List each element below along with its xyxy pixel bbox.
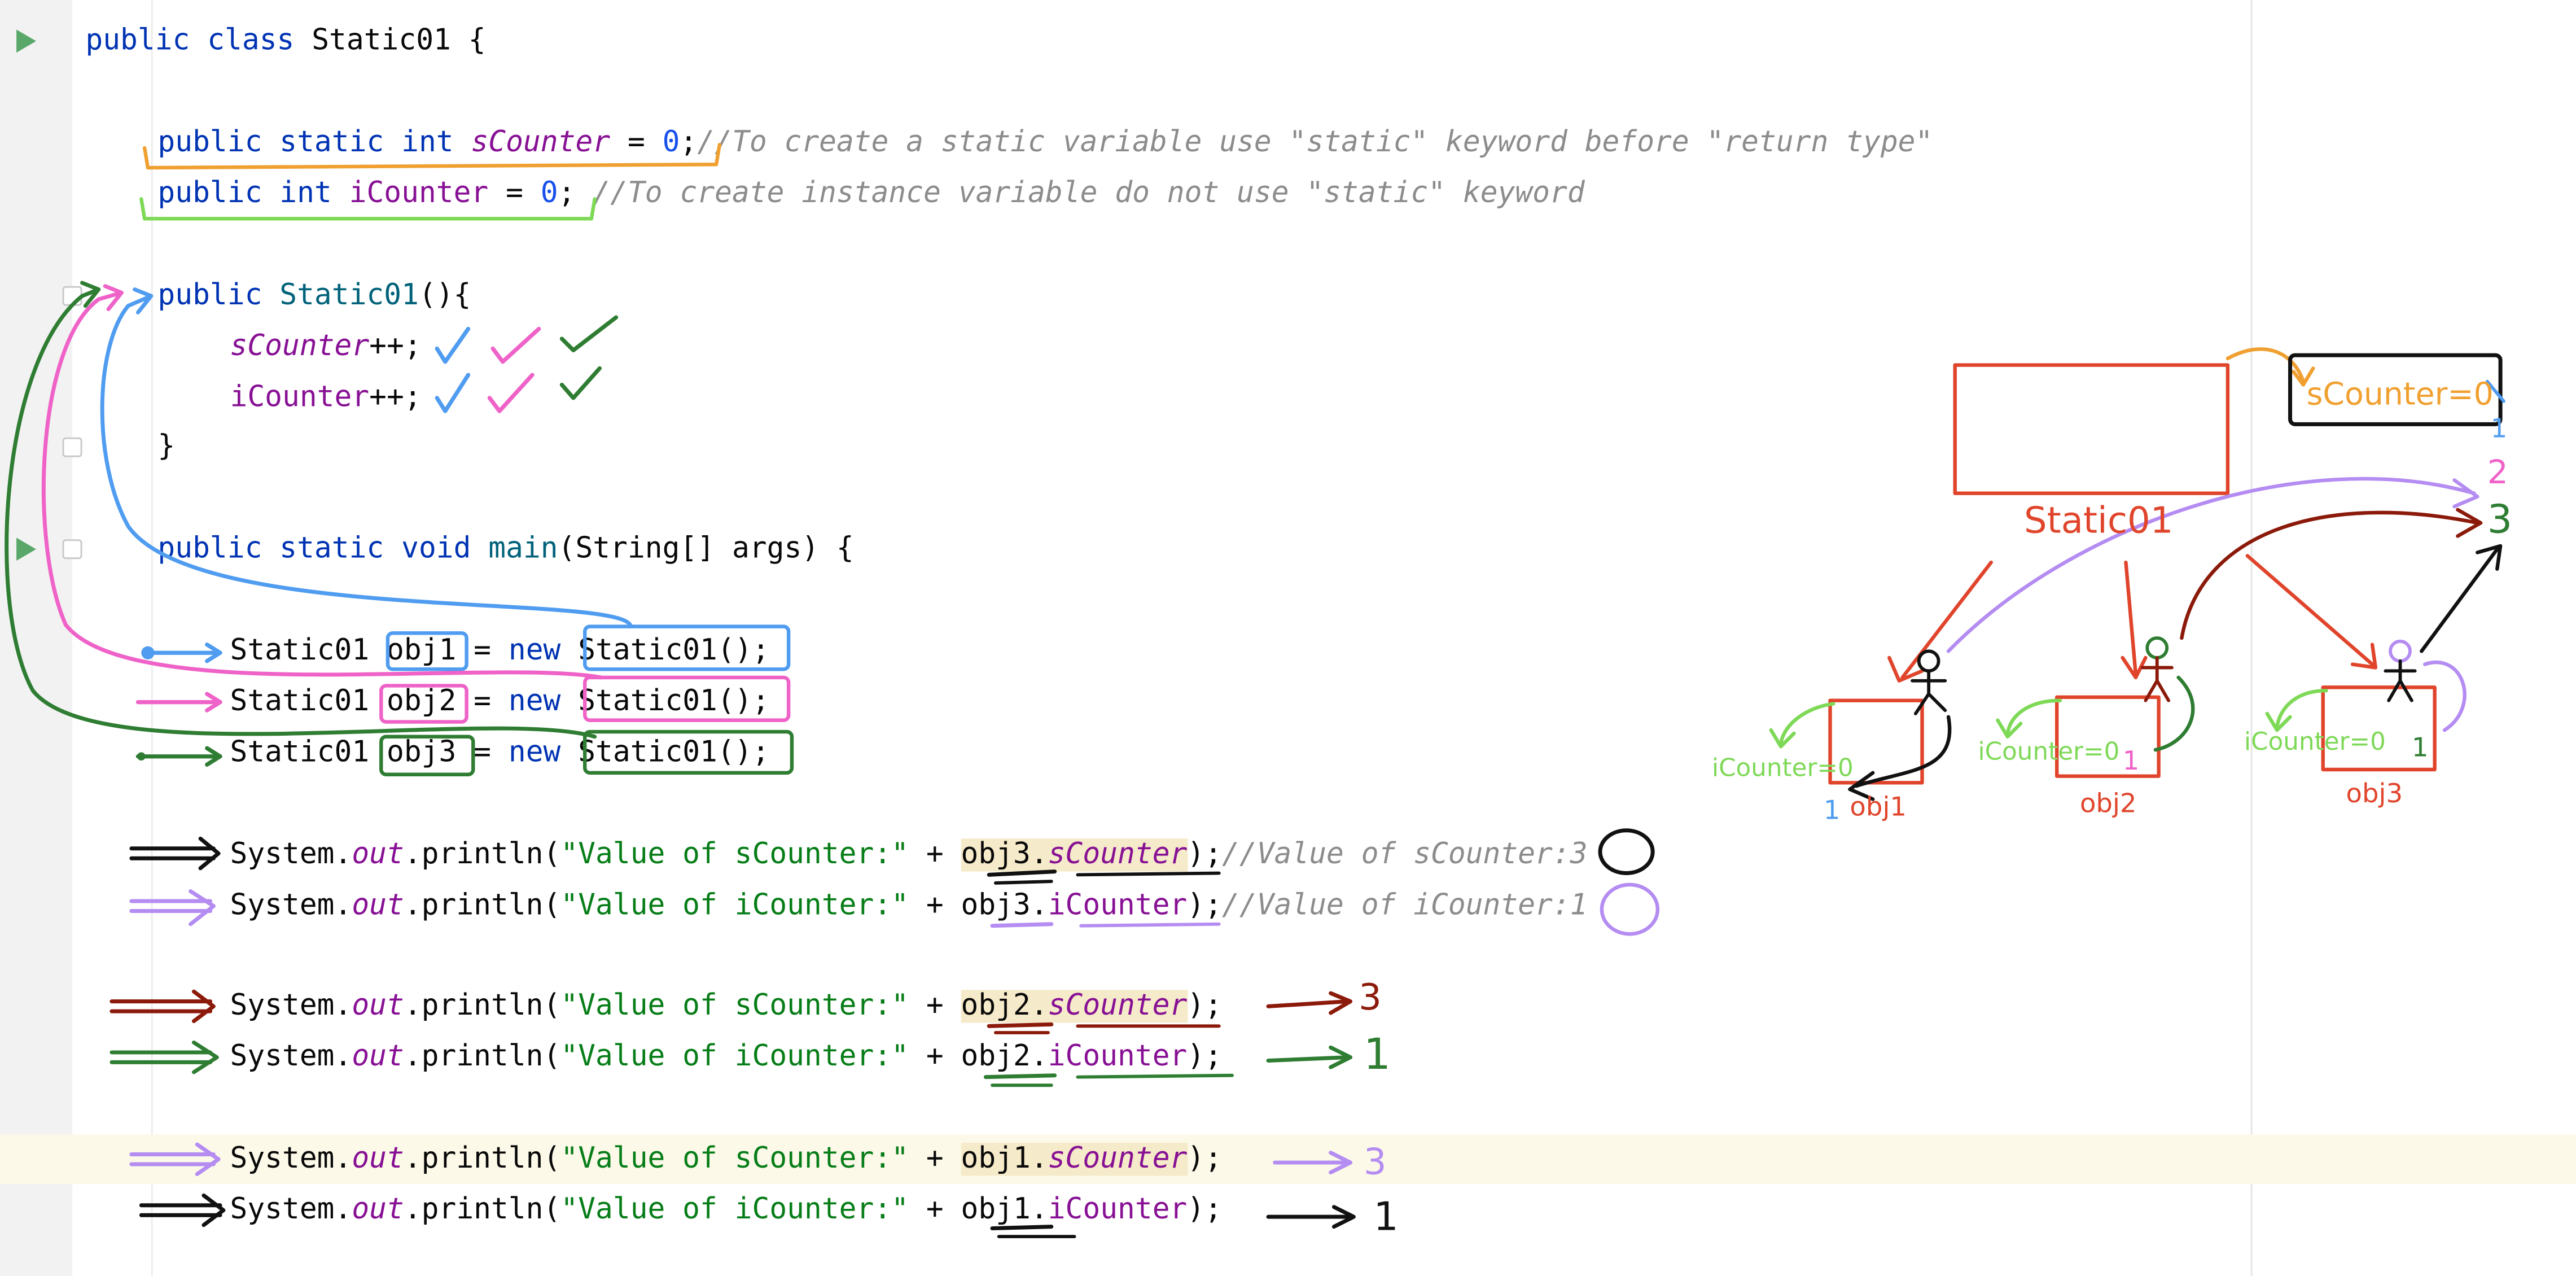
diagram-static-var-label: sCounter=0 (2307, 376, 2494, 412)
box-obj2-ctor (583, 675, 791, 722)
box-obj3-ctor (583, 729, 794, 775)
diagram-static-value-3: 3 (2487, 497, 2512, 543)
result-arrow-print5 (1273, 1151, 1353, 1175)
diagram-obj1-new-value: 1 (1824, 794, 1841, 825)
result-arrow-print4 (1266, 1045, 1353, 1069)
arrow-print3 (109, 989, 216, 1024)
check-obj2 (487, 373, 535, 413)
instance-decl-bracket (139, 197, 597, 221)
circle-value-1 (1600, 882, 1660, 936)
diagram-static-value-1: 1 (2491, 413, 2508, 444)
diagram-obj2-var-label: iCounter=0 (1978, 737, 2119, 766)
arrow-obj1-dot (141, 646, 155, 659)
diagram-static-value-2: 2 (2487, 453, 2508, 491)
handwritten-annotations: 3 1 3 1 Static01 sCounter=0 1 2 3 iCount… (5, 143, 2512, 1239)
result-arrow-print3 (1266, 991, 1353, 1015)
result-arrow-print6 (1266, 1205, 1356, 1229)
check-obj2 (490, 326, 541, 364)
box-obj2-var (379, 684, 468, 724)
box-obj1-var (385, 631, 468, 671)
class-box (1953, 363, 2230, 495)
box-obj3-var (379, 735, 475, 776)
check-obj1 (435, 373, 471, 413)
box-obj1-ctor (583, 624, 791, 671)
arrow-print1 (129, 836, 221, 871)
check-obj3 (559, 366, 602, 400)
diagram-obj1-label: obj1 (1850, 792, 1907, 822)
arrow-print4 (109, 1040, 219, 1074)
result-value-print3: 3 (1359, 977, 1382, 1019)
diagram-obj3-label: obj3 (2346, 778, 2403, 809)
arrow-print5 (129, 1142, 221, 1176)
arrow-print2 (129, 889, 216, 927)
diagram-obj3-new-value: 1 (2412, 732, 2429, 763)
diagram-obj3-var-label: iCounter=0 (2244, 727, 2386, 756)
check-obj1 (435, 326, 471, 364)
diagram-obj1-var-label: iCounter=0 (1712, 754, 1854, 783)
result-value-print5: 3 (1364, 1141, 1387, 1183)
curve-obj1-to-ctor (100, 294, 633, 629)
static-decl-bracket (142, 143, 722, 170)
result-value-print6: 1 (1373, 1194, 1398, 1239)
check-obj3 (559, 315, 619, 352)
result-value-print4: 1 (1364, 1029, 1391, 1079)
circle-value-3 (1598, 828, 1655, 875)
diagram-obj2-label: obj2 (2080, 788, 2137, 819)
diagram-obj2-new-value: 1 (2123, 745, 2140, 776)
code-editor: public class Static01 { public static in… (0, 0, 2576, 1276)
arrow-print6 (139, 1193, 226, 1227)
diagram-class-label: Static01 (2024, 500, 2174, 542)
